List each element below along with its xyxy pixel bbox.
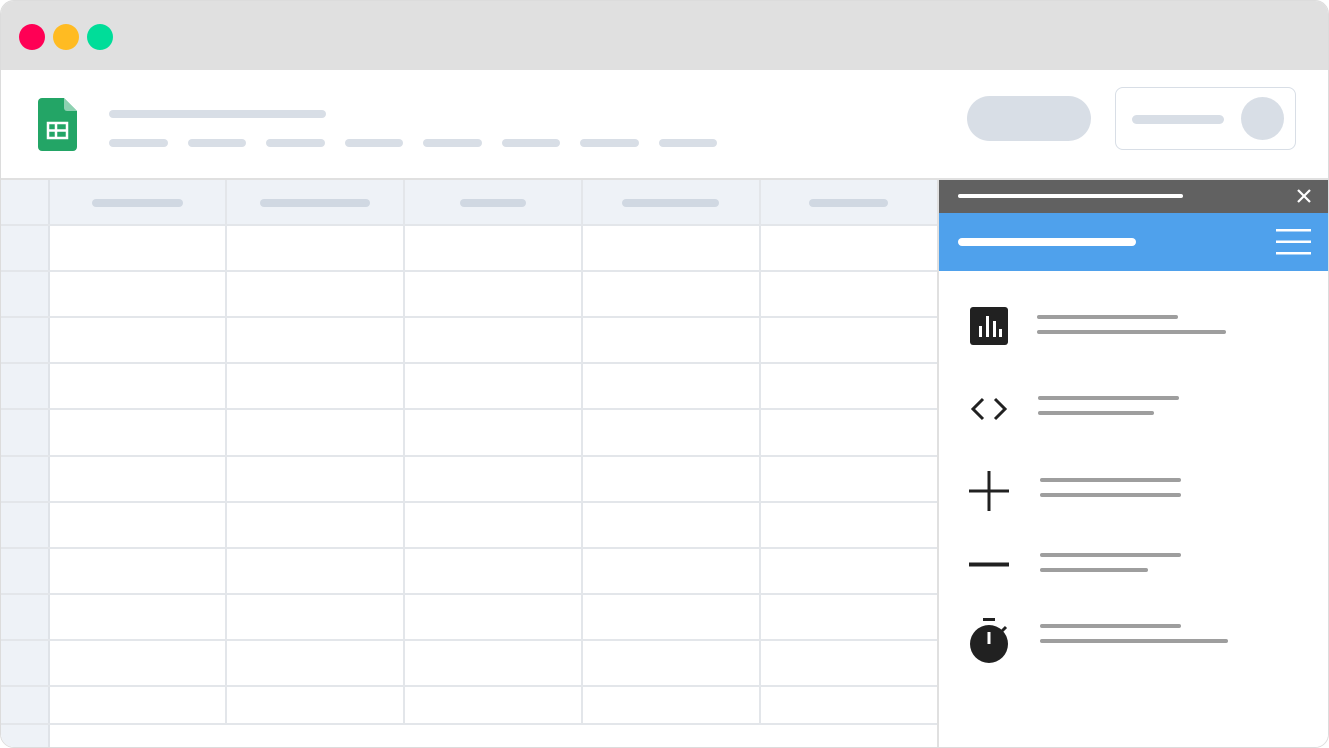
- panel-item-title-placeholder: [1040, 553, 1181, 557]
- column-header-placeholder[interactable]: [809, 199, 888, 207]
- row-header-column: [1, 180, 50, 747]
- column-header-placeholder[interactable]: [622, 199, 719, 207]
- menu-item-placeholder[interactable]: [109, 139, 168, 147]
- document-title-placeholder[interactable]: [109, 110, 326, 118]
- menu-item-placeholder[interactable]: [188, 139, 246, 147]
- panel-item-title-placeholder: [1040, 624, 1181, 628]
- share-button-placeholder[interactable]: [967, 96, 1091, 141]
- code-icon: [970, 397, 1008, 421]
- sheets-icon[interactable]: [38, 98, 78, 151]
- panel-item-chart[interactable]: [939, 306, 1328, 366]
- grid-divider: [1, 408, 937, 410]
- browser-window: [0, 0, 1329, 748]
- panel-item-desc-placeholder: [1038, 411, 1154, 415]
- panel-header: [939, 213, 1328, 271]
- panel-item-desc-placeholder: [1040, 493, 1181, 497]
- window-minimize-button[interactable]: [53, 24, 79, 50]
- menu-item-placeholder[interactable]: [580, 139, 639, 147]
- app-header: [1, 70, 1328, 180]
- grid-divider: [1, 224, 937, 226]
- column-header-placeholder[interactable]: [92, 199, 183, 207]
- grid-divider: [1, 639, 937, 641]
- panel-item-desc-placeholder: [1040, 568, 1148, 572]
- panel-title-placeholder: [958, 194, 1183, 198]
- panel-item-desc-placeholder: [1040, 639, 1228, 643]
- panel-item-desc-placeholder: [1037, 330, 1226, 334]
- grid-divider: [1, 547, 937, 549]
- title-bar: [1, 1, 1328, 70]
- grid-divider: [1, 501, 937, 503]
- hamburger-menu-icon: [1276, 229, 1311, 255]
- spreadsheet-grid[interactable]: [1, 180, 937, 747]
- menu-item-placeholder[interactable]: [659, 139, 717, 147]
- panel-item-remove[interactable]: [939, 545, 1328, 605]
- menu-item-placeholder[interactable]: [266, 139, 325, 147]
- grid-divider: [1, 316, 937, 318]
- minus-icon: [969, 562, 1009, 567]
- grid-divider: [1, 455, 937, 457]
- panel-item-add[interactable]: [939, 471, 1328, 531]
- grid-divider: [403, 180, 405, 724]
- account-name-placeholder: [1132, 115, 1224, 124]
- plus-icon: [969, 471, 1009, 511]
- bar-chart-icon: [970, 307, 1008, 345]
- panel-item-title-placeholder: [1038, 396, 1179, 400]
- panel-menu-button[interactable]: [1276, 229, 1311, 255]
- window-maximize-button[interactable]: [87, 24, 113, 50]
- side-panel: [937, 180, 1328, 747]
- grid-divider: [1, 270, 937, 272]
- grid-divider: [581, 180, 583, 724]
- menu-item-placeholder[interactable]: [423, 139, 482, 147]
- grid-divider: [1, 685, 937, 687]
- close-icon: [1297, 189, 1311, 203]
- panel-item-timer[interactable]: [939, 618, 1328, 678]
- column-header-placeholder[interactable]: [460, 199, 526, 207]
- panel-header-placeholder: [958, 238, 1136, 246]
- grid-divider: [1, 723, 937, 725]
- menu-item-placeholder[interactable]: [502, 139, 560, 147]
- panel-item-code[interactable]: [939, 389, 1328, 449]
- panel-item-title-placeholder: [1040, 478, 1181, 482]
- grid-divider: [1, 362, 937, 364]
- window-close-button[interactable]: [19, 24, 45, 50]
- column-header-placeholder[interactable]: [260, 199, 370, 207]
- panel-item-title-placeholder: [1037, 315, 1178, 319]
- stopwatch-icon: [970, 618, 1008, 663]
- grid-divider: [1, 593, 937, 595]
- avatar[interactable]: [1241, 97, 1284, 140]
- panel-close-button[interactable]: [1295, 187, 1313, 205]
- account-chip[interactable]: [1115, 87, 1296, 150]
- grid-divider: [759, 180, 761, 724]
- menu-item-placeholder[interactable]: [345, 139, 403, 147]
- grid-divider: [225, 180, 227, 724]
- panel-title-bar: [939, 180, 1328, 213]
